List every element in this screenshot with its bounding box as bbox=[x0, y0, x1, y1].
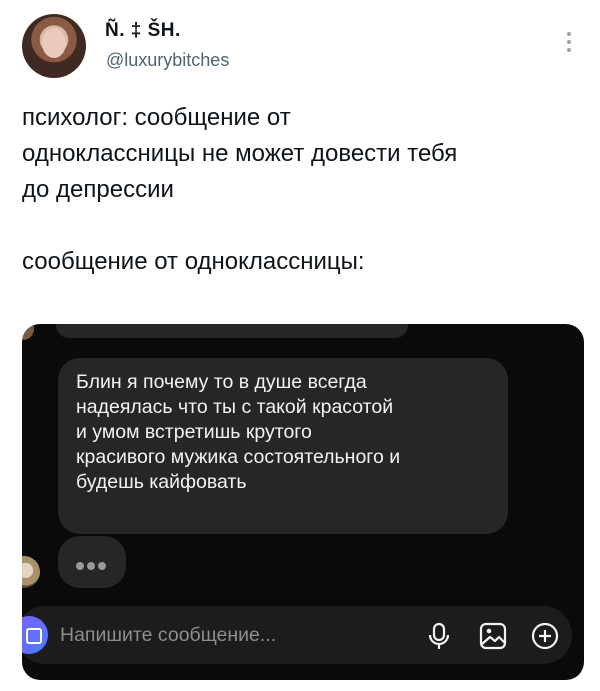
previous-message-bubble bbox=[56, 324, 408, 338]
tweet-line: до депрессии bbox=[22, 176, 174, 203]
tweet-header: Ñ. ‡ ŠH. @luxurybitches bbox=[22, 14, 578, 84]
message-bubble[interactable]: Блин я почему то в душе всегда надеялась… bbox=[58, 358, 508, 534]
sender-avatar-partial bbox=[22, 324, 34, 340]
message-line: будешь кайфовать bbox=[76, 471, 247, 493]
avatar[interactable] bbox=[22, 14, 86, 78]
tweet-line: одноклассницы не может довести тебя bbox=[22, 140, 458, 167]
message-composer[interactable]: Напишите сообщение... bbox=[22, 606, 572, 664]
message-input[interactable]: Напишите сообщение... bbox=[60, 624, 276, 647]
tweet-text: психолог: сообщение от одноклассницы не … bbox=[22, 100, 582, 280]
display-name[interactable]: Ñ. ‡ ŠH. bbox=[105, 20, 181, 42]
image-icon[interactable] bbox=[476, 619, 510, 653]
camera-icon[interactable] bbox=[22, 616, 48, 654]
message-line: красивого мужика состоятельного и bbox=[76, 446, 401, 468]
plus-icon[interactable] bbox=[528, 619, 562, 653]
message-line: надеялась что ты с такой красотой bbox=[76, 396, 394, 418]
mic-icon[interactable] bbox=[422, 619, 456, 653]
message-line: Блин я почему то в душе всегда bbox=[76, 371, 367, 393]
user-handle[interactable]: @luxurybitches bbox=[106, 50, 229, 71]
message-text: Блин я почему то в душе всегда надеялась… bbox=[76, 370, 496, 495]
tweet-line: психолог: сообщение от bbox=[22, 104, 291, 131]
message-line: и умом встретишь крутого bbox=[76, 421, 312, 443]
tweet-line: сообщение от одноклассницы: bbox=[22, 248, 365, 275]
sender-avatar[interactable] bbox=[22, 556, 40, 588]
chat-screenshot: Блин я почему то в душе всегда надеялась… bbox=[22, 324, 584, 680]
typing-indicator bbox=[58, 536, 126, 588]
more-options-icon[interactable] bbox=[566, 32, 572, 56]
typing-dots-icon bbox=[76, 557, 109, 575]
